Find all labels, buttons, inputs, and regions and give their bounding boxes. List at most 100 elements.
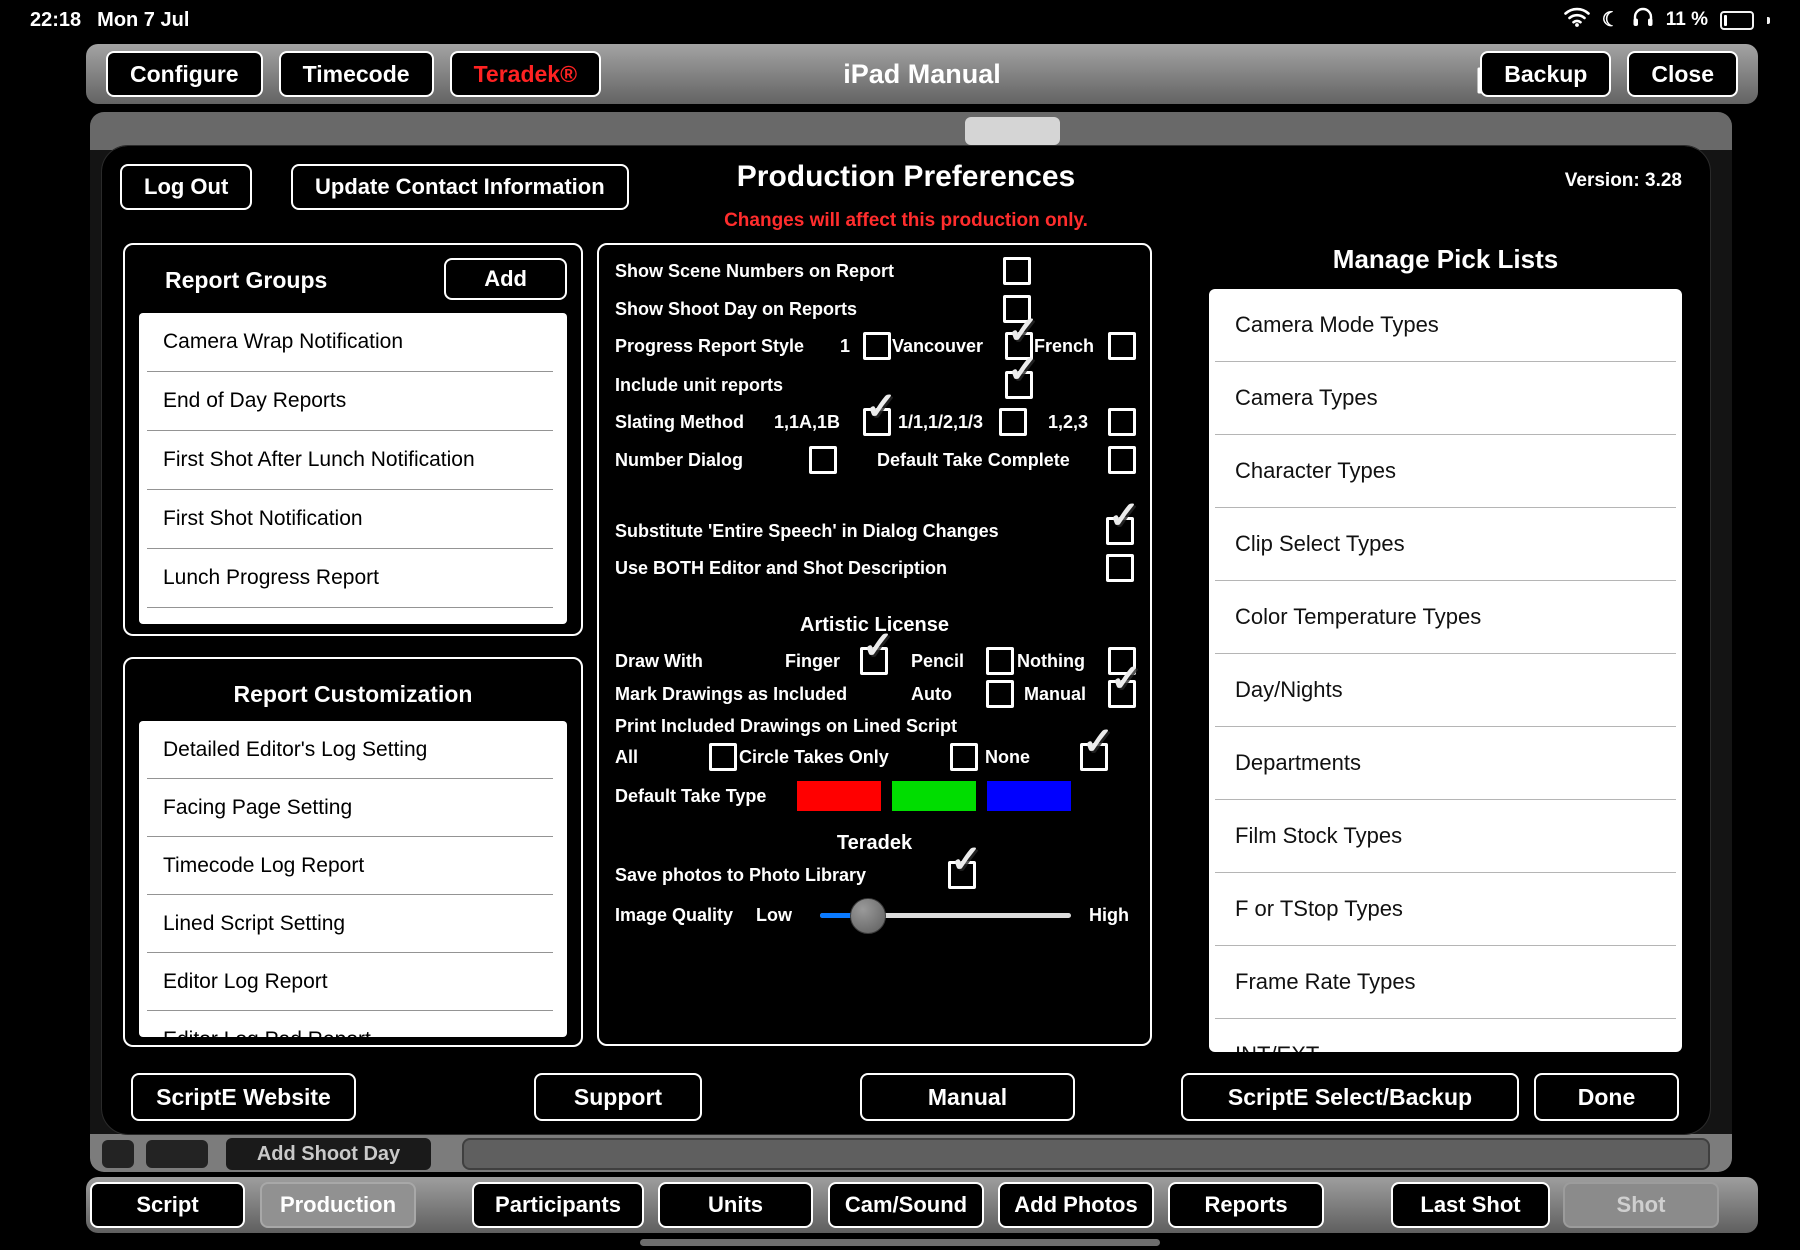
- battery-icon: [1720, 11, 1754, 30]
- status-time: 22:18: [30, 9, 81, 32]
- list-item[interactable]: First Shot Notification: [147, 490, 553, 549]
- pref-label: Save photos to Photo Library: [615, 860, 866, 890]
- slating-1-1a-1b-checkbox[interactable]: [863, 408, 891, 436]
- pref-label: Image Quality: [615, 900, 733, 930]
- configure-button[interactable]: Configure: [106, 51, 263, 97]
- option-label: Manual: [1024, 679, 1086, 709]
- nav-shot[interactable]: Shot: [1563, 1182, 1719, 1228]
- progress-style-french-checkbox[interactable]: [1108, 332, 1136, 360]
- backup-button[interactable]: Backup: [1480, 51, 1611, 97]
- option-label: Finger: [785, 646, 840, 676]
- pref-label: Draw With: [615, 646, 703, 676]
- pick-list-item[interactable]: Film Stock Types: [1215, 800, 1676, 873]
- nav-units[interactable]: Units: [658, 1182, 813, 1228]
- list-item[interactable]: Camera Wrap Notification: [147, 313, 553, 372]
- print-none-checkbox[interactable]: [1080, 743, 1108, 771]
- preferences-panel: Show Scene Numbers on Report Show Shoot …: [597, 243, 1152, 1046]
- pref-label: Progress Report Style: [615, 331, 804, 361]
- close-button[interactable]: Close: [1627, 51, 1738, 97]
- pick-list-item[interactable]: Clip Select Types: [1215, 508, 1676, 581]
- app-title: iPad Manual: [843, 59, 1001, 90]
- option-label: 1: [840, 331, 850, 361]
- option-label: Circle Takes Only: [739, 742, 889, 772]
- add-shoot-day-button-dimmed: Add Shoot Day: [226, 1138, 431, 1170]
- number-dialog-checkbox[interactable]: [809, 446, 837, 474]
- pref-label: Number Dialog: [615, 445, 743, 475]
- scripte-website-button[interactable]: ScriptE Website: [131, 1073, 356, 1121]
- pick-list-item[interactable]: Frame Rate Types: [1215, 946, 1676, 1019]
- include-unit-reports-checkbox[interactable]: [1005, 371, 1033, 399]
- mark-drawings-auto-checkbox[interactable]: [986, 680, 1014, 708]
- nav-cam-sound[interactable]: Cam/Sound: [828, 1182, 984, 1228]
- mark-drawings-manual-checkbox[interactable]: [1108, 680, 1136, 708]
- pick-list-item[interactable]: INT/EXT: [1215, 1019, 1676, 1052]
- draw-finger-checkbox[interactable]: [860, 647, 888, 675]
- list-item[interactable]: Lined Script Setting: [147, 895, 553, 953]
- production-preferences-modal: Log Out Update Contact Information Produ…: [102, 146, 1710, 1134]
- nav-last-shot[interactable]: Last Shot: [1391, 1182, 1550, 1228]
- take-type-blue-swatch[interactable]: [987, 781, 1071, 811]
- bottom-nav-bar: Script Production Participants Units Cam…: [86, 1177, 1758, 1233]
- done-button[interactable]: Done: [1534, 1073, 1679, 1121]
- list-item[interactable]: First Shot After Lunch Notification: [147, 431, 553, 490]
- pref-label: Show Scene Numbers on Report: [615, 256, 894, 286]
- save-photos-checkbox[interactable]: [948, 861, 976, 889]
- nav-reports[interactable]: Reports: [1168, 1182, 1324, 1228]
- nav-add-photos[interactable]: Add Photos: [998, 1182, 1154, 1228]
- pick-list-item[interactable]: Day/Nights: [1215, 654, 1676, 727]
- default-take-complete-checkbox[interactable]: [1108, 446, 1136, 474]
- headphones-icon: [1632, 7, 1654, 33]
- pick-list-item[interactable]: Character Types: [1215, 435, 1676, 508]
- pick-list-item[interactable]: F or TStop Types: [1215, 873, 1676, 946]
- list-item[interactable]: Facing Page Setting: [147, 779, 553, 837]
- timecode-button[interactable]: Timecode: [279, 51, 434, 97]
- take-type-red-swatch[interactable]: [797, 781, 881, 811]
- slider-thumb[interactable]: [850, 898, 886, 934]
- list-item[interactable]: Editor Log Report: [147, 953, 553, 1011]
- list-item[interactable]: Lunch Progress Report: [147, 549, 553, 608]
- focus-moon-icon: ☾: [1602, 10, 1620, 30]
- slating-1-2-3-checkbox[interactable]: [1108, 408, 1136, 436]
- slider-high-label: High: [1089, 900, 1129, 930]
- use-both-editor-shot-checkbox[interactable]: [1106, 554, 1134, 582]
- home-indicator[interactable]: [640, 1239, 1160, 1246]
- image-quality-slider[interactable]: [820, 913, 1071, 918]
- version-label: Version: 3.28: [1565, 170, 1682, 192]
- list-item[interactable]: End of Day Reports: [147, 372, 553, 431]
- manage-pick-lists-title: Manage Pick Lists: [1209, 244, 1682, 275]
- pref-label: Include unit reports: [615, 370, 783, 400]
- add-report-group-button[interactable]: Add: [444, 258, 567, 300]
- option-label: 1,2,3: [1048, 407, 1088, 437]
- print-circle-takes-checkbox[interactable]: [950, 743, 978, 771]
- teradek-button[interactable]: Teradek®: [450, 51, 601, 97]
- support-button[interactable]: Support: [534, 1073, 702, 1121]
- take-type-green-swatch[interactable]: [892, 781, 976, 811]
- top-toolbar: Configure Timecode Teradek® iPad Manual …: [86, 44, 1758, 104]
- pref-label: Show Shoot Day on Reports: [615, 294, 857, 324]
- show-scene-numbers-checkbox[interactable]: [1003, 257, 1031, 285]
- substitute-entire-speech-checkbox[interactable]: [1106, 517, 1134, 545]
- print-all-checkbox[interactable]: [709, 743, 737, 771]
- pick-list-item[interactable]: Departments: [1215, 727, 1676, 800]
- pref-label: Slating Method: [615, 407, 744, 437]
- list-item[interactable]: Detailed Editor's Log Setting: [147, 721, 553, 779]
- nav-production[interactable]: Production: [260, 1182, 416, 1228]
- pref-label: Default Take Complete: [877, 445, 1070, 475]
- pick-list-item[interactable]: Color Temperature Types: [1215, 581, 1676, 654]
- report-groups-title: Report Groups: [165, 267, 327, 294]
- background-panel-edge: [462, 1138, 1710, 1170]
- list-item[interactable]: Editor Log Pad Report: [147, 1011, 553, 1037]
- scripte-select-backup-button[interactable]: ScriptE Select/Backup: [1181, 1073, 1519, 1121]
- pick-list-item[interactable]: Camera Mode Types: [1215, 289, 1676, 362]
- slating-fraction-checkbox[interactable]: [999, 408, 1027, 436]
- nav-script[interactable]: Script: [90, 1182, 245, 1228]
- warning-text: Changes will affect this production only…: [102, 210, 1710, 232]
- pick-list-item[interactable]: Camera Types: [1215, 362, 1676, 435]
- manual-button[interactable]: Manual: [860, 1073, 1075, 1121]
- draw-pencil-checkbox[interactable]: [986, 647, 1014, 675]
- pref-label: Mark Drawings as Included: [615, 679, 847, 709]
- nav-participants[interactable]: Participants: [472, 1182, 644, 1228]
- progress-style-1-checkbox[interactable]: [863, 332, 891, 360]
- list-item[interactable]: Timecode Log Report: [147, 837, 553, 895]
- option-label: Pencil: [911, 646, 964, 676]
